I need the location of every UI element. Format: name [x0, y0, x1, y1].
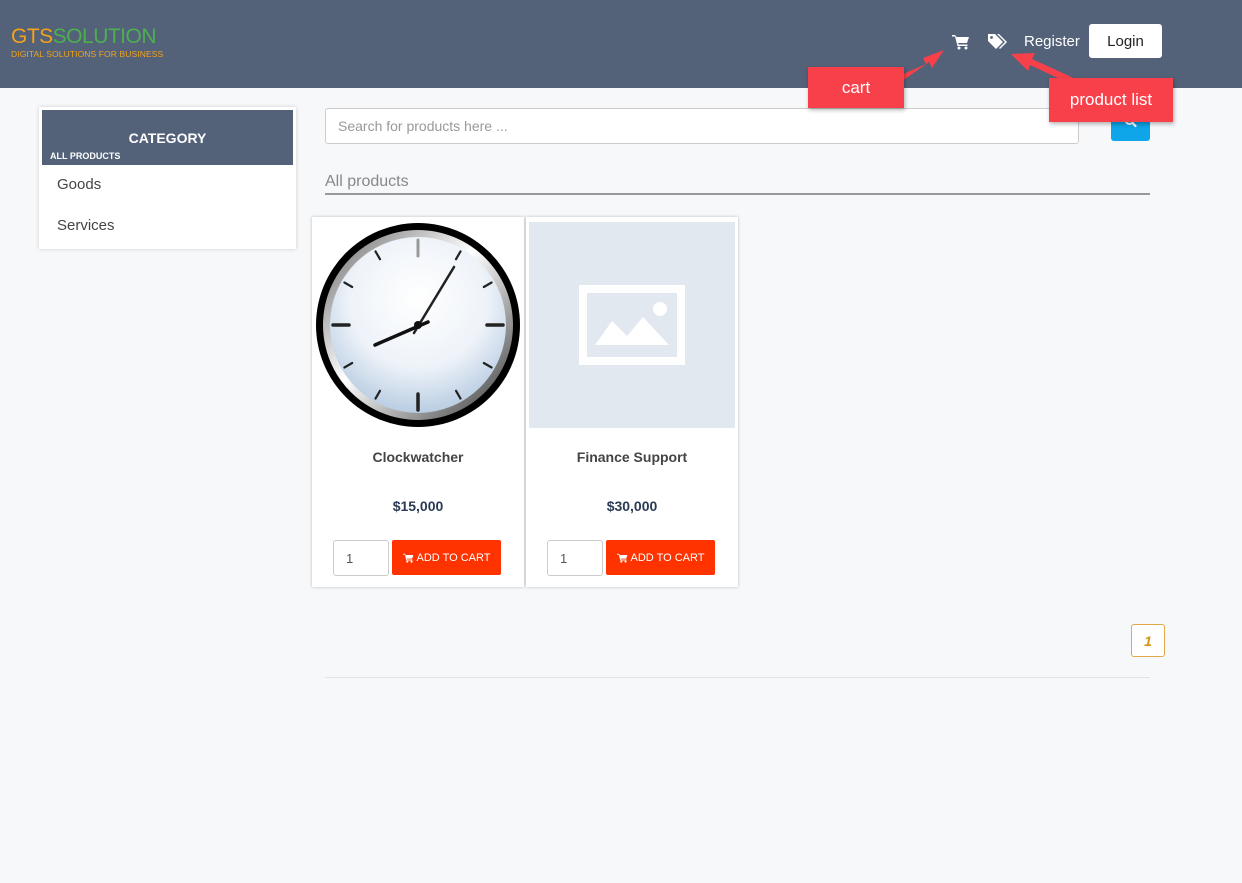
category-title: CATEGORY — [128, 130, 207, 146]
pagination-page-1[interactable]: 1 — [1131, 624, 1165, 657]
category-item-services[interactable]: Services — [57, 217, 115, 234]
product-price: $15,000 — [392, 498, 444, 514]
cart-callout: cart — [808, 67, 904, 108]
cart-icon — [616, 553, 627, 563]
quantity-input[interactable] — [333, 540, 389, 576]
product-name[interactable]: Finance Support — [526, 449, 738, 465]
logo-wordmark: GTSSOLUTION — [11, 25, 157, 48]
quantity-input[interactable] — [547, 540, 603, 576]
section-title: All products — [325, 173, 409, 190]
category-header: CATEGORY ALL PRODUCTS — [42, 110, 293, 165]
footer-divider — [325, 677, 1150, 678]
product-price: $30,000 — [606, 498, 658, 514]
add-to-cart-label: ADD TO CART — [416, 551, 491, 564]
add-to-cart-button[interactable]: ADD TO CART — [606, 540, 715, 575]
all-products-link[interactable]: ALL PRODUCTS — [50, 151, 120, 161]
clock-image[interactable] — [315, 222, 521, 428]
section-divider — [325, 193, 1150, 195]
logo-tagline: DIGITAL SOLUTIONS FOR BUSINESS — [11, 49, 164, 59]
top-navbar: GTSSOLUTION DIGITAL SOLUTIONS FOR BUSINE… — [0, 0, 1242, 88]
cart-icon — [402, 553, 413, 563]
brand-logo[interactable]: GTSSOLUTION DIGITAL SOLUTIONS FOR BUSINE… — [11, 25, 164, 60]
tags-icon[interactable] — [987, 33, 1007, 51]
add-to-cart-button[interactable]: ADD TO CART — [392, 540, 501, 575]
product-card: Clockwatcher $15,000 ADD TO CART — [312, 217, 524, 587]
placeholder-image[interactable] — [529, 222, 735, 428]
search-input[interactable] — [325, 108, 1079, 144]
category-sidebar: CATEGORY ALL PRODUCTS Goods Services — [39, 107, 296, 249]
cart-icon[interactable] — [952, 34, 970, 50]
login-button[interactable]: Login — [1089, 24, 1162, 58]
product-name[interactable]: Clockwatcher — [312, 449, 524, 465]
product-card: Finance Support $30,000 ADD TO CART — [526, 217, 738, 587]
register-link[interactable]: Register — [1024, 33, 1080, 50]
category-item-goods[interactable]: Goods — [57, 176, 101, 193]
add-to-cart-label: ADD TO CART — [630, 551, 705, 564]
product-list-callout: product list — [1049, 78, 1173, 122]
